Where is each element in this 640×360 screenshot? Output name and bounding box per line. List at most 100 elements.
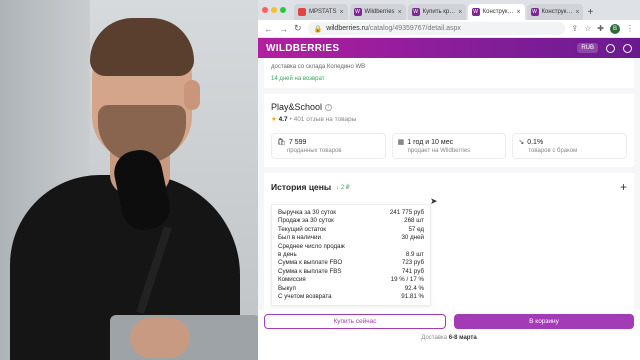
tab-label: Купить кр… — [422, 9, 456, 15]
row-key: Текущий остаток — [278, 225, 326, 233]
table-row: Среднее число продаж — [278, 243, 424, 251]
close-window-icon[interactable] — [262, 7, 268, 13]
tab-label: MPSTATS — [309, 9, 337, 15]
seller-name[interactable]: Play&School — [271, 102, 322, 112]
presenter-hand — [130, 318, 190, 358]
row-key: Комиссия — [278, 276, 306, 284]
row-value: 30 дней — [401, 234, 424, 242]
maximize-window-icon[interactable] — [280, 7, 286, 13]
row-value: 8.9 шт — [405, 251, 424, 259]
row-key: Был в наличии — [278, 234, 321, 242]
close-tab-icon[interactable]: × — [458, 9, 462, 16]
row-value: 723 руб — [401, 259, 424, 267]
stat-value: 7 599 — [288, 138, 307, 146]
stat-sold: 🛍 7 599 проданных товаров — [271, 133, 386, 159]
minimize-window-icon[interactable] — [271, 7, 277, 13]
bag-icon: 🛍 — [277, 139, 286, 146]
delivery-label: Доставка — [421, 335, 448, 341]
purchase-bar: Купить сейчас В корзину Доставка 6-8 мар… — [258, 310, 640, 360]
add-to-cart-button[interactable]: В корзину — [454, 314, 634, 329]
reviews-count: • 401 отзыв на товары — [289, 116, 357, 123]
wb-favicon-icon: W — [471, 8, 480, 16]
calendar-icon: ▦ — [397, 139, 405, 146]
tab-wildberries[interactable]: W Wildberries × — [349, 4, 406, 20]
url-path: /catalog/49359767/detail.aspx — [367, 25, 461, 32]
stat-defect: ↘ 0.1% товаров с браком — [512, 133, 628, 159]
defect-icon: ↘ — [518, 139, 525, 146]
delivery-estimate: Доставка 6-8 марта — [264, 335, 634, 341]
wb-header: WILDBERRIES RUB — [258, 38, 640, 58]
row-value: 92.4 % — [404, 284, 424, 292]
delivery-info-card: доставка со склада Коледино WB 14 дней н… — [264, 58, 634, 88]
table-row: Комиссия 19 % / 17 % — [278, 276, 424, 284]
close-tab-icon[interactable]: × — [575, 9, 579, 16]
currency-selector[interactable]: RUB — [577, 43, 598, 53]
new-tab-icon[interactable]: + — [587, 4, 593, 20]
returns-text: 14 дней на возврат — [271, 76, 325, 82]
browser-window: MPSTATS × W Wildberries × W Купить кр… ×… — [258, 0, 640, 360]
row-key: в день — [278, 251, 297, 259]
close-tab-icon[interactable]: × — [339, 9, 343, 16]
tab-label: Wildberries — [364, 9, 395, 15]
price-history-title[interactable]: История цены — [271, 182, 331, 192]
seller-stats: 🛍 7 599 проданных товаров ▦ 1 год и 10 мес… — [271, 133, 628, 159]
seller-card: Play&School i ★ 4.7 • 401 отзыв на товар… — [264, 94, 634, 167]
row-key: С учетом возврата — [278, 293, 332, 301]
tab-buy[interactable]: W Купить кр… × — [407, 4, 466, 20]
stat-age: ▦ 1 год и 10 мес продает на Wildberries — [391, 133, 507, 159]
share-icon[interactable]: ⇪ — [571, 24, 578, 33]
table-row: Продаж за 30 суток 268 шт — [278, 217, 424, 225]
mouse-cursor-icon: ➤ — [430, 196, 438, 206]
row-value: 91.81 % — [401, 293, 424, 301]
stat-label: товаров с браком — [528, 148, 578, 154]
close-tab-icon[interactable]: × — [398, 9, 402, 16]
expand-plus-icon[interactable]: + — [620, 180, 627, 194]
lock-icon: 🔒 — [313, 25, 323, 33]
stat-value: 0.1% — [527, 138, 544, 146]
stat-label: продает на Wildberries — [407, 148, 471, 154]
presenter-ear — [184, 80, 200, 110]
back-icon[interactable]: ← — [264, 24, 273, 34]
row-key: Выручка за 30 суток — [278, 209, 336, 216]
webcam-video — [0, 0, 258, 360]
row-value: 241 775 руб — [389, 209, 424, 216]
profile-avatar[interactable]: В — [610, 23, 620, 34]
extensions-icon[interactable]: ✚ — [597, 24, 604, 33]
tab-constructor-active[interactable]: W Конструк… × — [467, 4, 525, 20]
forward-icon[interactable]: → — [279, 24, 288, 34]
row-value: 741 руб — [401, 267, 424, 275]
user-icon[interactable] — [623, 43, 632, 53]
row-key: Сумма к выплате FBO — [278, 259, 343, 267]
bookmark-star-icon[interactable]: ☆ — [584, 24, 591, 33]
tab-constructor[interactable]: W Конструк… × — [526, 4, 584, 20]
presenter-hair — [90, 18, 194, 76]
table-row: Выручка за 30 суток 241 775 руб — [278, 209, 424, 217]
row-key: Среднее число продаж — [278, 242, 345, 250]
stat-value: 1 год и 10 мес — [407, 138, 454, 146]
row-key: Выкуп — [278, 284, 296, 292]
address-toolbar: ← → ↻ 🔒 wildberries.ru/catalog/49359767/… — [258, 20, 640, 38]
star-icon: ★ — [271, 116, 277, 123]
wb-logo[interactable]: WILDBERRIES — [266, 43, 339, 54]
reload-icon[interactable]: ↻ — [294, 23, 302, 34]
close-tab-icon[interactable]: × — [516, 9, 520, 16]
table-row: Сумма к выплате FBS 741 руб — [278, 268, 424, 276]
info-icon[interactable]: i — [325, 103, 333, 111]
url-host: wildberries.ru — [326, 25, 368, 32]
table-row: Текущий остаток 57 ед — [278, 226, 424, 234]
mpstats-favicon-icon — [298, 8, 306, 16]
seller-rating: ★ 4.7 • 401 отзыв на товары — [271, 115, 627, 123]
delivery-date: 6-8 марта — [448, 335, 477, 341]
buy-now-button[interactable]: Купить сейчас — [264, 314, 446, 329]
location-icon[interactable] — [606, 43, 615, 53]
stats-tooltip-table: Выручка за 30 суток 241 775 руб Продаж за… — [271, 204, 431, 307]
rating-value: 4.7 — [278, 116, 288, 123]
warehouse-text: доставка со склада Коледино WB — [271, 64, 366, 70]
menu-kebab-icon[interactable]: ⋮ — [626, 24, 634, 33]
tab-label: Конструк… — [541, 9, 573, 15]
url-input[interactable]: 🔒 wildberries.ru/catalog/49359767/detail… — [307, 22, 566, 35]
row-key: Продаж за 30 суток — [278, 217, 334, 225]
tab-label: Конструк… — [482, 9, 514, 15]
tab-mpstats[interactable]: MPSTATS × — [294, 4, 348, 20]
wb-favicon-icon: W — [353, 8, 362, 16]
